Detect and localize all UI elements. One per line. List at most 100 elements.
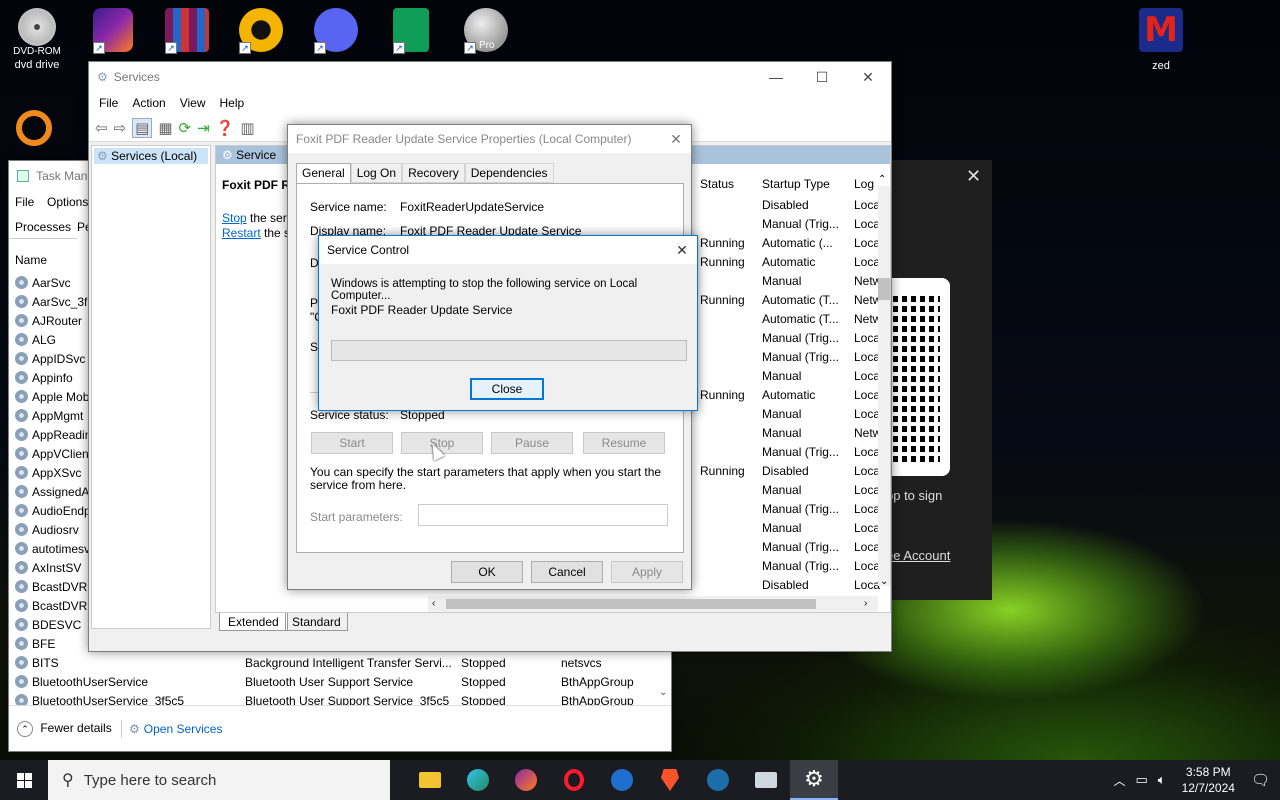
- tab-general[interactable]: General: [296, 163, 351, 183]
- remote-desktop-icon[interactable]: [742, 760, 790, 800]
- apply-button[interactable]: Apply: [611, 561, 683, 583]
- scroll-up-icon[interactable]: ⌃: [878, 174, 886, 185]
- list-item[interactable]: BluetoothUserService_3f5c5 Bluetooth User…: [15, 692, 655, 706]
- table-row[interactable]: Manual Loca: [700, 481, 880, 500]
- table-row[interactable]: Manual (Trig... Loca: [700, 443, 880, 462]
- desktop-icon-winrar[interactable]: ↗: [152, 8, 222, 54]
- tab-dependencies[interactable]: Dependencies: [464, 163, 554, 183]
- steam-icon[interactable]: [694, 760, 742, 800]
- desktop-icon-google-earth-pro[interactable]: ↗ Pro: [451, 8, 521, 54]
- show-hide-icon[interactable]: ▥: [240, 119, 254, 137]
- export-icon[interactable]: ⇥: [197, 119, 210, 137]
- help-icon[interactable]: ❓: [216, 119, 235, 137]
- close-button[interactable]: ✕: [845, 69, 891, 86]
- table-row[interactable]: Running Disabled Loca: [700, 462, 880, 481]
- table-row[interactable]: Automatic (T... Netw: [700, 310, 881, 329]
- properties-close-icon[interactable]: ✕: [661, 131, 691, 148]
- table-row[interactable]: Manual (Trig... Loca: [700, 329, 880, 348]
- table-row[interactable]: Manual Netw: [700, 424, 881, 443]
- refresh-icon[interactable]: ⟳: [179, 119, 192, 137]
- account-link[interactable]: ee Account: [886, 548, 950, 563]
- table-row[interactable]: Running Automatic Loca: [700, 253, 880, 272]
- edge-icon[interactable]: [454, 760, 502, 800]
- desktop-icon-search-app[interactable]: [8, 110, 60, 146]
- table-row[interactable]: Disabled Loca: [700, 196, 880, 215]
- desktop-icon-sheets[interactable]: ↗: [376, 8, 446, 54]
- menu-view[interactable]: View: [180, 96, 206, 110]
- start-button[interactable]: Start: [311, 432, 393, 454]
- col-status-header[interactable]: Status: [700, 177, 734, 191]
- close-icon[interactable]: ✕: [966, 166, 981, 187]
- tab-recovery[interactable]: Recovery: [402, 163, 465, 183]
- network-icon[interactable]: ▭: [1135, 772, 1147, 788]
- properties-icon[interactable]: ▦: [158, 119, 172, 137]
- file-explorer-icon[interactable]: [406, 760, 454, 800]
- desktop-icon-zed[interactable]: M zed: [1126, 8, 1196, 72]
- back-icon[interactable]: ⇦: [95, 119, 108, 137]
- minimize-button[interactable]: —: [753, 69, 799, 86]
- task-manager-menu-options[interactable]: Options: [47, 195, 88, 209]
- opera-icon[interactable]: [550, 760, 598, 800]
- desktop-icon-dvd-drive[interactable]: DVD-ROM dvd drive: [2, 8, 72, 71]
- table-row[interactable]: Manual Loca: [700, 405, 880, 424]
- tab-extended[interactable]: Extended: [219, 613, 288, 631]
- chevron-up-icon[interactable]: ︿: [1113, 772, 1125, 789]
- table-row[interactable]: Manual (Trig... Loca: [700, 538, 880, 557]
- fewer-details-button[interactable]: ⌃ Fewer details: [17, 721, 112, 737]
- menu-help[interactable]: Help: [220, 96, 245, 110]
- table-row[interactable]: Running Automatic Loca: [700, 386, 880, 405]
- thunderbird-icon[interactable]: [598, 760, 646, 800]
- stop-service-link[interactable]: Stop: [222, 211, 247, 225]
- open-services-link[interactable]: ⚙ Open Services: [129, 722, 222, 736]
- tm-scroll-down-icon[interactable]: ⌄: [659, 687, 667, 698]
- table-row[interactable]: Manual (Trig... Loca: [700, 348, 880, 367]
- notification-icon[interactable]: 🗨︎: [1251, 771, 1270, 789]
- table-row[interactable]: Manual Loca: [700, 519, 880, 538]
- table-row[interactable]: Manual (Trig... Loca: [700, 215, 880, 234]
- table-row[interactable]: Manual (Trig... Loca: [700, 557, 880, 576]
- scroll-down-icon[interactable]: ⌄: [880, 576, 888, 587]
- brave-icon[interactable]: [646, 760, 694, 800]
- start-params-input[interactable]: [418, 504, 668, 526]
- resume-button[interactable]: Resume: [583, 432, 665, 454]
- scroll-left-icon[interactable]: ‹: [432, 598, 435, 609]
- menu-file[interactable]: File: [99, 96, 118, 110]
- desktop-icon-aimp[interactable]: ↗: [226, 8, 296, 54]
- task-manager-menu-file[interactable]: File: [15, 195, 34, 209]
- service-control-close-button[interactable]: Close: [470, 378, 544, 400]
- desktop-icon-discord[interactable]: ↗: [301, 8, 371, 54]
- services-gear-taskbar-icon[interactable]: ⚙: [790, 760, 838, 800]
- tree-item-services-local[interactable]: ⚙ Services (Local): [94, 148, 208, 164]
- service-control-close-icon[interactable]: ✕: [667, 242, 697, 259]
- scroll-right-icon[interactable]: ›: [864, 596, 867, 612]
- tab-log-on[interactable]: Log On: [350, 163, 403, 183]
- table-row[interactable]: Running Automatic (T... Netw: [700, 291, 881, 310]
- scroll-thumb[interactable]: [878, 278, 890, 300]
- desktop-icon-firefox[interactable]: ↗: [78, 8, 148, 54]
- maximize-button[interactable]: ☐: [799, 69, 845, 86]
- table-row[interactable]: Manual Loca: [700, 367, 880, 386]
- cancel-button[interactable]: Cancel: [531, 561, 603, 583]
- table-row[interactable]: Manual (Trig... Loca: [700, 500, 880, 519]
- table-row[interactable]: Running Automatic (... Loca: [700, 234, 880, 253]
- vertical-scrollbar[interactable]: [878, 186, 890, 586]
- col-log-header[interactable]: Log: [854, 177, 874, 191]
- list-item[interactable]: BluetoothUserService Bluetooth User Suppo…: [15, 673, 655, 692]
- console-tree-icon[interactable]: ▤: [132, 117, 153, 138]
- ok-button[interactable]: OK: [451, 561, 523, 583]
- list-item[interactable]: BITS Background Intelligent Transfer Serv…: [15, 654, 655, 673]
- volume-mute-icon[interactable]: 🔈︎: [1158, 772, 1166, 788]
- tab-processes[interactable]: Processes: [9, 215, 77, 239]
- tab-standard[interactable]: Standard: [285, 613, 348, 631]
- firefox-icon[interactable]: [502, 760, 550, 800]
- col-startup-header[interactable]: Startup Type: [762, 177, 830, 191]
- horizontal-scroll-thumb[interactable]: [446, 599, 816, 609]
- restart-service-link[interactable]: Restart: [222, 226, 261, 240]
- start-button[interactable]: [0, 760, 48, 800]
- taskbar-search-box[interactable]: ⚲ Type here to search: [48, 760, 390, 800]
- name-column-header[interactable]: Name: [15, 253, 47, 267]
- table-row[interactable]: Manual Netw: [700, 272, 881, 291]
- clock[interactable]: 3:58 PM 12/7/2024: [1182, 764, 1235, 796]
- forward-icon[interactable]: ⇨: [114, 119, 127, 137]
- horizontal-scrollbar[interactable]: ‹ ›: [428, 596, 878, 612]
